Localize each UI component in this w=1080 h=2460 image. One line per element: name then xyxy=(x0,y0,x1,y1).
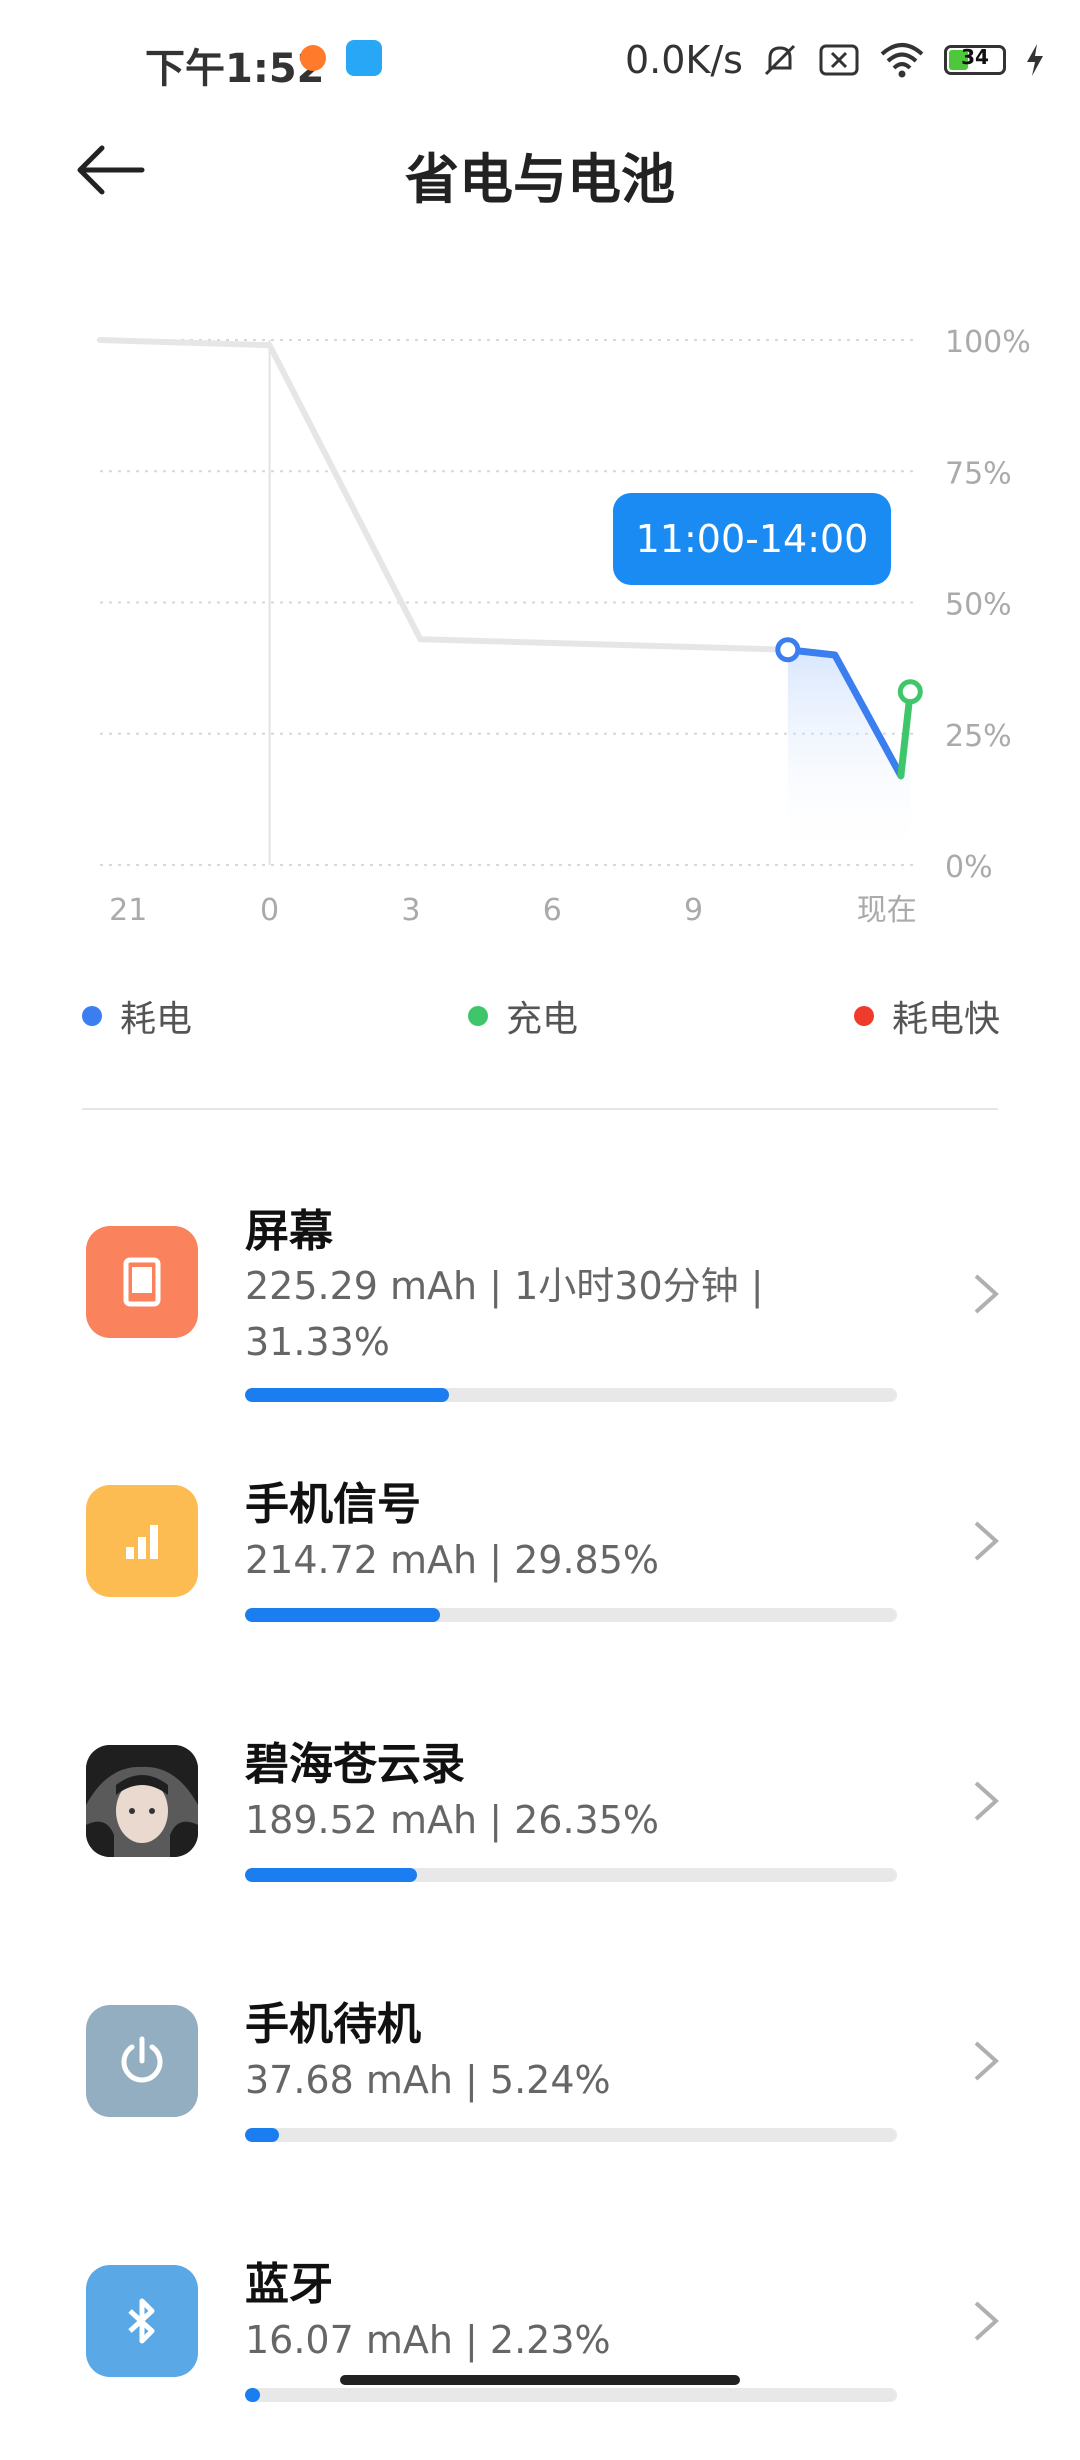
x-tick-label: 3 xyxy=(401,893,420,928)
page-title: 省电与电池 xyxy=(405,148,675,211)
chart-legend: 耗电 充电 耗电快 xyxy=(0,990,1080,1050)
screen-icon xyxy=(86,1226,198,1338)
battery-chart-svg: 100% 75% 50% 25% 0% 21 0 3 6 9 现在 11:00-14:00 xyxy=(97,325,1031,928)
tooltip-text: 11:00-14:00 xyxy=(636,517,869,561)
item-name: 蓝牙 xyxy=(245,2259,333,2310)
mute-icon xyxy=(764,44,796,76)
x-tick-label: 0 xyxy=(260,893,279,928)
x-tick-label: 现在 xyxy=(857,893,917,928)
y-tick-label: 100% xyxy=(945,325,1031,360)
x-tick-label: 9 xyxy=(684,893,703,928)
legend-dot-icon xyxy=(82,1006,102,1026)
x-tick-label: 6 xyxy=(543,893,562,928)
bluetooth-icon xyxy=(86,2265,198,2377)
charge-end-point xyxy=(897,679,923,705)
x-tick-label: 21 xyxy=(109,893,147,928)
usage-progress-fill xyxy=(245,1868,417,1882)
divider xyxy=(82,1108,998,1110)
item-name: 碧海苍云录 xyxy=(245,1739,465,1790)
battery-level: 34 xyxy=(961,45,989,69)
legend-dot-icon xyxy=(468,1006,488,1026)
item-detail: 37.68 mAh | 5.24% xyxy=(245,2058,611,2102)
usage-progress-fill xyxy=(245,2128,280,2142)
usage-progress-bar xyxy=(245,1868,897,1882)
status-bar: 下午1:52 0.0K/s 34 xyxy=(0,0,1080,120)
list-item-signal[interactable]: 手机信号 214.72 mAh | 29.85% xyxy=(0,1440,1080,1680)
battery-icon: 34 xyxy=(944,45,1006,75)
legend-dot-icon xyxy=(854,1006,874,1026)
legend-label: 耗电 xyxy=(120,999,193,1040)
list-item-game[interactable]: 碧海苍云录 189.52 mAh | 26.35% xyxy=(0,1700,1080,1940)
list-item-standby[interactable]: 手机待机 37.68 mAh | 5.24% xyxy=(0,1960,1080,2200)
game-avatar-icon xyxy=(86,1745,198,1857)
legend-item-charge: 充电 xyxy=(468,990,578,1042)
chevron-right-icon xyxy=(974,1781,999,1821)
wifi-icon xyxy=(880,43,924,78)
status-icons: 34 xyxy=(760,40,1046,80)
usage-progress-fill xyxy=(245,1608,440,1622)
chevron-right-icon xyxy=(974,2041,999,2081)
y-tick-label: 50% xyxy=(945,588,1012,623)
power-icon xyxy=(86,2005,198,2117)
drain-start-point xyxy=(775,637,801,663)
item-detail: 225.29 mAh | 1小时30分钟 | 31.33% xyxy=(245,1264,764,1364)
item-detail: 16.07 mAh | 2.23% xyxy=(245,2318,611,2362)
usage-progress-fill xyxy=(245,1388,450,1402)
legend-label: 耗电快 xyxy=(892,999,1001,1040)
list-item-bluetooth[interactable]: 蓝牙 16.07 mAh | 2.23% xyxy=(0,2220,1080,2460)
item-name: 手机待机 xyxy=(245,1999,421,2050)
legend-item-fast-drain: 耗电快 xyxy=(854,990,1000,1042)
signal-icon xyxy=(86,1485,198,1597)
item-detail: 214.72 mAh | 29.85% xyxy=(245,1538,659,1582)
app-notification-icon xyxy=(300,45,326,71)
item-detail: 189.52 mAh | 26.35% xyxy=(245,1798,659,1842)
chevron-right-icon xyxy=(974,1274,999,1314)
item-name: 屏幕 xyxy=(245,1206,333,1257)
chevron-right-icon xyxy=(974,1521,999,1561)
cloud-icon xyxy=(346,40,382,76)
list-item-screen[interactable]: 屏幕 225.29 mAh | 1小时30分钟 | 31.33% xyxy=(0,1160,1080,1402)
battery-chart[interactable]: 100% 75% 50% 25% 0% 21 0 3 6 9 现在 11:00-14:00 xyxy=(0,300,1080,940)
y-tick-label: 0% xyxy=(945,850,993,885)
y-tick-label: 75% xyxy=(945,456,1012,491)
usage-progress-bar xyxy=(245,1388,897,1402)
status-time: 下午1:52 xyxy=(145,46,325,92)
y-tick-label: 25% xyxy=(945,719,1012,754)
home-indicator[interactable] xyxy=(340,2375,740,2385)
charging-icon xyxy=(1027,44,1043,76)
chevron-right-icon xyxy=(974,2301,999,2341)
sim-off-icon xyxy=(819,44,859,76)
legend-item-drain: 耗电 xyxy=(82,990,192,1042)
chart-tooltip: 11:00-14:00 xyxy=(613,493,891,585)
usage-progress-bar xyxy=(245,1608,897,1622)
item-name: 手机信号 xyxy=(245,1479,421,1530)
usage-progress-bar xyxy=(245,2128,897,2142)
network-speed: 0.0K/s xyxy=(625,38,743,82)
legend-label: 充电 xyxy=(506,999,579,1040)
